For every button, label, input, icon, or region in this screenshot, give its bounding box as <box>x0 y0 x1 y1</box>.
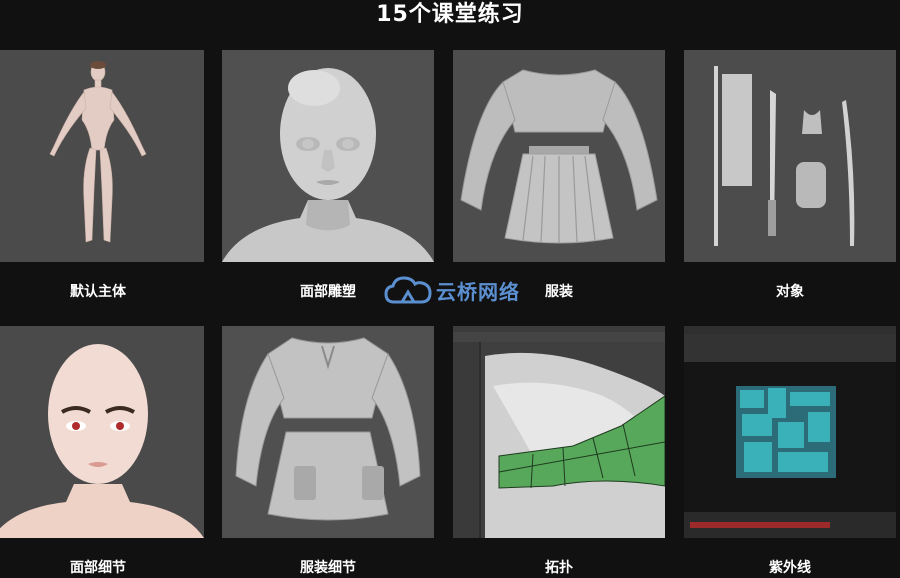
page-title: 15个课堂练习 <box>376 2 524 27</box>
uv-layout-screenshot <box>684 326 896 538</box>
card-label-base-body: 默认主体 <box>70 284 126 300</box>
card-label-uv-layout: 紫外线 <box>769 560 811 576</box>
card-label-topology: 拓扑 <box>545 560 573 576</box>
card-props[interactable]: 对象 <box>684 50 896 300</box>
topology-screenshot <box>453 326 665 538</box>
female-base-body-render <box>0 50 204 262</box>
card-clothing[interactable]: 服装 <box>453 50 665 300</box>
card-head-sculpt[interactable]: 面部雕塑 <box>222 50 434 300</box>
card-base-body[interactable]: 默认主体 <box>0 50 204 300</box>
watermark: 云桥网络 <box>384 274 520 306</box>
card-label-clothing-detail: 服装细节 <box>300 560 356 576</box>
card-uv-layout[interactable]: 紫外线 <box>684 326 896 576</box>
card-clothing-detail[interactable]: 服装细节 <box>222 326 434 576</box>
clothing-render <box>453 50 665 262</box>
card-face-detail[interactable]: 面部细节 <box>0 326 204 576</box>
card-label-face-detail: 面部细节 <box>70 560 126 576</box>
props-render <box>684 50 896 262</box>
clothing-detail-render <box>222 326 434 538</box>
cloud-logo-icon <box>384 276 432 304</box>
watermark-text: 云桥网络 <box>436 279 520 304</box>
card-topology[interactable]: 拓扑 <box>453 326 665 576</box>
card-label-props: 对象 <box>776 284 804 300</box>
face-detail-render <box>0 326 204 538</box>
head-sculpt-render <box>222 50 434 262</box>
